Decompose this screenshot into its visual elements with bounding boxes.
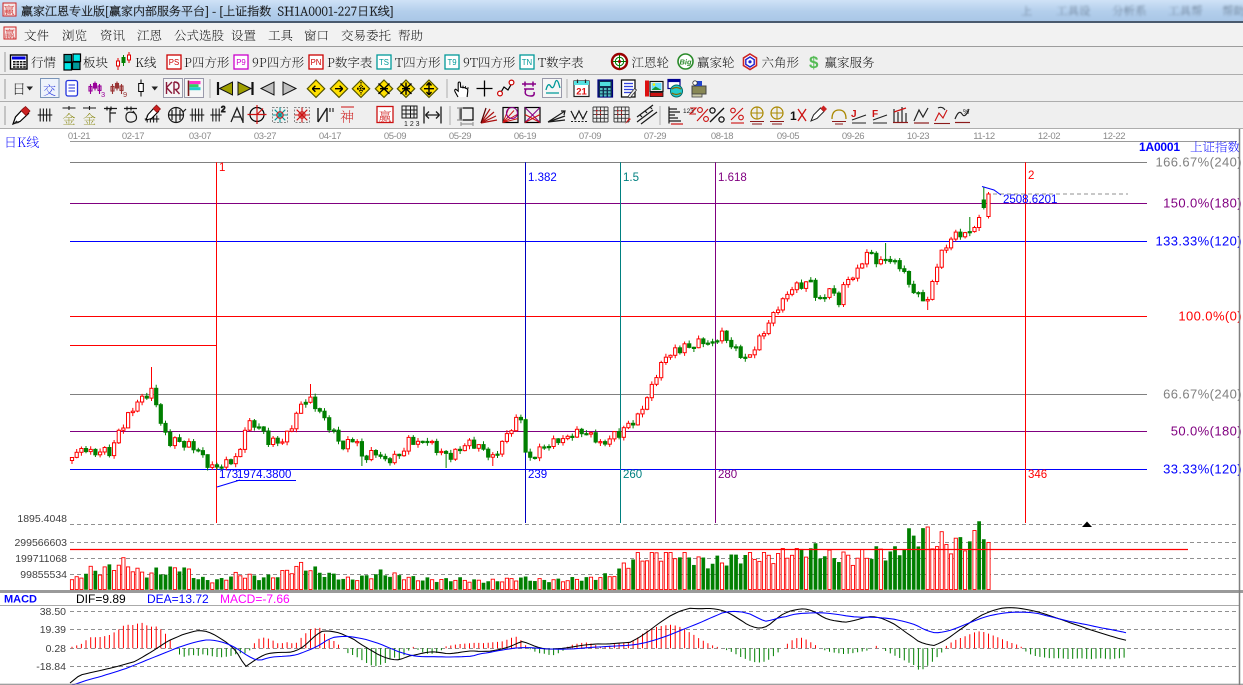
svg-text:T9: T9 — [447, 58, 456, 67]
svg-text:02-17: 02-17 — [122, 131, 144, 142]
svg-text:66.67%(240): 66.67%(240) — [1163, 387, 1242, 402]
svg-text:100.0%(0): 100.0%(0) — [1178, 309, 1242, 324]
svg-text:MACD=-7.66: MACD=-7.66 — [220, 592, 290, 606]
svg-text:08-18: 08-18 — [711, 131, 733, 142]
svg-text:PN: PN — [311, 58, 322, 67]
svg-text:1974.3800: 1974.3800 — [237, 469, 291, 481]
svg-text:05-09: 05-09 — [384, 131, 406, 142]
svg-text:2: 2 — [221, 105, 226, 114]
svg-text:199711068: 199711068 — [15, 553, 67, 565]
svg-text:$: $ — [809, 53, 819, 72]
svg-text:MACD: MACD — [4, 594, 37, 606]
svg-text:03-07: 03-07 — [189, 131, 211, 142]
svg-text:346: 346 — [1028, 469, 1047, 481]
svg-text:21: 21 — [576, 87, 587, 98]
svg-text:12-02: 12-02 — [1038, 131, 1060, 142]
svg-text:1.618: 1.618 — [718, 172, 747, 184]
svg-text:38.50: 38.50 — [40, 606, 66, 618]
svg-text:%: % — [963, 109, 969, 116]
svg-text:1 2 3: 1 2 3 — [404, 121, 420, 128]
svg-text:03-27: 03-27 — [254, 131, 276, 142]
svg-text:09-26: 09-26 — [842, 131, 864, 142]
svg-text:Big: Big — [679, 58, 692, 67]
svg-text:11-12: 11-12 — [973, 131, 995, 142]
svg-text:04-17: 04-17 — [319, 131, 341, 142]
svg-text:280: 280 — [718, 469, 737, 481]
svg-text:01-21: 01-21 — [68, 131, 90, 142]
svg-text:07-29: 07-29 — [644, 131, 666, 142]
svg-text:12-22: 12-22 — [1103, 131, 1125, 142]
svg-text:173: 173 — [219, 469, 238, 481]
svg-text:PS: PS — [169, 58, 179, 67]
svg-text:06-19: 06-19 — [514, 131, 536, 142]
svg-text:19.39: 19.39 — [40, 624, 66, 636]
svg-text:DEA=13.72: DEA=13.72 — [147, 592, 209, 606]
svg-text:299566603: 299566603 — [14, 537, 67, 549]
svg-text:09-05: 09-05 — [777, 131, 799, 142]
svg-text:05-29: 05-29 — [449, 131, 471, 142]
svg-text:3: 3 — [101, 90, 105, 99]
svg-text:9: 9 — [123, 90, 127, 99]
svg-text:33.33%(120): 33.33%(120) — [1163, 462, 1242, 477]
svg-text:P9: P9 — [236, 58, 246, 67]
svg-text:1895.4048: 1895.4048 — [17, 513, 67, 525]
svg-text:99855534: 99855534 — [20, 569, 67, 581]
svg-text:2508.6201: 2508.6201 — [1003, 194, 1057, 206]
svg-text:166.67%(240): 166.67%(240) — [1156, 155, 1242, 170]
svg-text:-18.84: -18.84 — [36, 661, 66, 673]
svg-text:TN: TN — [522, 58, 532, 67]
svg-text:1A0001: 1A0001 — [1139, 140, 1180, 154]
svg-text:133.33%(120): 133.33%(120) — [1156, 234, 1242, 249]
svg-text:10-23: 10-23 — [907, 131, 929, 142]
svg-text:1.5: 1.5 — [623, 172, 639, 184]
svg-text:1.382: 1.382 — [528, 172, 557, 184]
svg-text:1: 1 — [790, 109, 797, 123]
svg-text:50.0%(180): 50.0%(180) — [1171, 424, 1242, 439]
svg-text:0.28: 0.28 — [46, 643, 67, 655]
svg-text:239: 239 — [528, 469, 547, 481]
svg-text:260: 260 — [623, 469, 642, 481]
svg-text:1: 1 — [219, 162, 225, 174]
svg-text:DIF=9.89: DIF=9.89 — [76, 592, 126, 606]
svg-text:150.0%(180): 150.0%(180) — [1163, 196, 1242, 211]
svg-text:TS: TS — [379, 58, 389, 67]
svg-text:2: 2 — [1028, 170, 1034, 182]
svg-text:07-09: 07-09 — [579, 131, 601, 142]
